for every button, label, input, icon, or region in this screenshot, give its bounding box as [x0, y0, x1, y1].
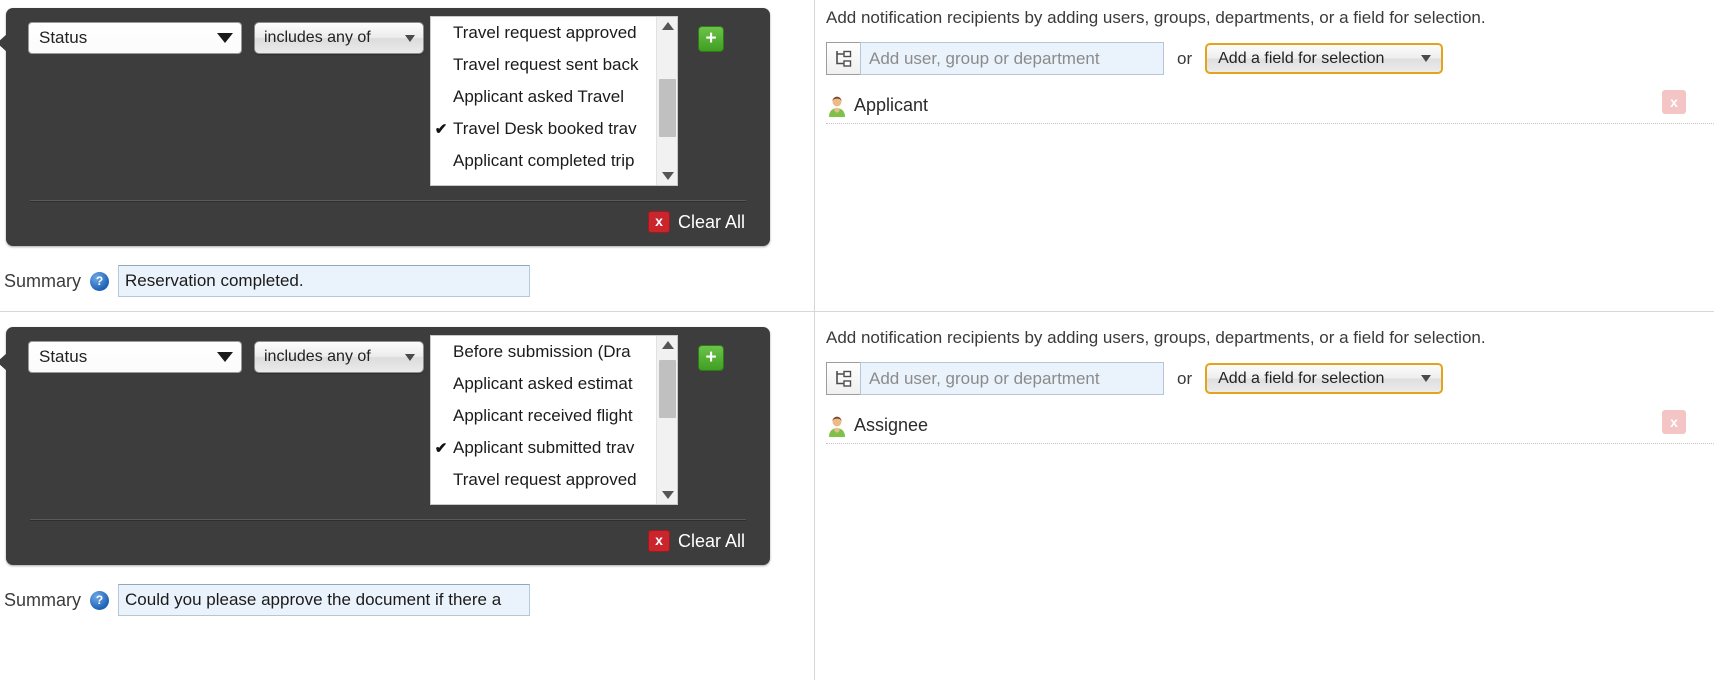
- help-icon[interactable]: ?: [90, 271, 110, 291]
- condition-panel: Status includes any of Travel request ap…: [0, 8, 770, 246]
- notification-rule-section-1: Status includes any of Travel request ap…: [0, 0, 1714, 312]
- summary-input[interactable]: [118, 584, 531, 616]
- scroll-down-arrow-icon[interactable]: [657, 486, 677, 504]
- list-item[interactable]: Travel request sent back: [431, 49, 658, 81]
- list-item[interactable]: Applicant received flight: [431, 400, 658, 432]
- recipient-name: Applicant: [854, 95, 929, 115]
- panel-separator: [30, 519, 746, 521]
- add-recipient-input[interactable]: [860, 42, 1164, 75]
- condition-panel: Status includes any of Before submission…: [0, 327, 770, 565]
- list-item[interactable]: Before submission (Dra: [431, 336, 658, 368]
- clear-all-button[interactable]: x Clear All: [648, 211, 745, 233]
- summary-label: Summary: [4, 589, 82, 610]
- scroll-up-arrow-icon[interactable]: [657, 336, 677, 354]
- recipients-panel: Add notification recipients by adding us…: [826, 0, 1714, 311]
- person-avatar-icon: [826, 95, 848, 117]
- clear-all-label: Clear All: [678, 530, 746, 551]
- condition-field-select[interactable]: Status: [28, 341, 242, 373]
- add-field-for-selection-select[interactable]: Add a field for selection: [1205, 43, 1444, 74]
- condition-value-multiselect[interactable]: Travel request approved Travel request s…: [430, 16, 678, 186]
- scroll-down-arrow-icon[interactable]: [657, 167, 677, 185]
- recipient-item: Applicant: [826, 88, 1714, 124]
- clear-all-button[interactable]: x Clear All: [648, 530, 745, 552]
- check-icon: ✔: [434, 440, 448, 457]
- panel-pointer-icon: [0, 353, 7, 371]
- add-recipient-row: or Add a field for selection: [826, 362, 1444, 395]
- panel-pointer-icon: [0, 34, 7, 52]
- recipients-description: Add notification recipients by adding us…: [826, 8, 1486, 27]
- recipient-name: Assignee: [854, 415, 929, 435]
- add-recipient-input[interactable]: [860, 362, 1164, 395]
- add-field-for-selection-select[interactable]: Add a field for selection: [1205, 363, 1444, 394]
- or-label: or: [1177, 368, 1193, 388]
- chevron-down-icon: [1421, 375, 1432, 382]
- chevron-down-icon: [405, 34, 415, 42]
- list-item[interactable]: ✔ Applicant submitted trav: [431, 432, 658, 464]
- list-item[interactable]: Travel request approved: [431, 464, 658, 496]
- condition-operator-select[interactable]: includes any of: [254, 22, 424, 54]
- org-tree-icon[interactable]: [826, 42, 860, 75]
- org-tree-icon[interactable]: [826, 362, 860, 395]
- list-item[interactable]: Applicant completed trip: [431, 145, 658, 177]
- close-icon: x: [648, 211, 670, 233]
- close-icon: x: [648, 530, 670, 552]
- chevron-down-icon: [217, 33, 233, 43]
- list-item[interactable]: ✔ Travel Desk booked trav: [431, 113, 658, 145]
- chevron-down-icon: [1421, 55, 1432, 62]
- notification-rule-section-2: Status includes any of Before submission…: [0, 312, 1714, 680]
- summary-row: Summary ?: [4, 584, 531, 616]
- scrollbar-thumb[interactable]: [659, 79, 676, 137]
- remove-recipient-button[interactable]: x: [1662, 410, 1686, 434]
- recipients-description: Add notification recipients by adding us…: [826, 328, 1486, 347]
- summary-input[interactable]: [118, 265, 531, 297]
- check-icon: ✔: [434, 121, 448, 138]
- add-condition-button[interactable]: +: [698, 345, 724, 371]
- multiselect-scrollbar[interactable]: [656, 17, 677, 185]
- add-recipient-row: or Add a field for selection: [826, 42, 1444, 75]
- panel-separator: [30, 200, 746, 202]
- multiselect-scrollbar[interactable]: [656, 336, 677, 504]
- scrollbar-thumb[interactable]: [659, 360, 676, 418]
- list-item[interactable]: Applicant asked estimat: [431, 368, 658, 400]
- person-avatar-icon: [826, 415, 848, 437]
- recipient-item: Assignee: [826, 408, 1714, 444]
- recipients-panel: Add notification recipients by adding us…: [826, 312, 1714, 680]
- or-label: or: [1177, 48, 1193, 68]
- clear-all-label: Clear All: [678, 211, 746, 232]
- summary-label: Summary: [4, 270, 82, 291]
- help-icon[interactable]: ?: [90, 590, 110, 610]
- summary-row: Summary ?: [4, 265, 531, 297]
- list-item[interactable]: Travel request approved: [431, 17, 658, 49]
- notification-rules-screen: Status includes any of Travel request ap…: [0, 0, 1714, 680]
- list-item[interactable]: Applicant asked Travel: [431, 81, 658, 113]
- condition-operator-select[interactable]: includes any of: [254, 341, 424, 373]
- chevron-down-icon: [405, 353, 415, 361]
- condition-value-multiselect[interactable]: Before submission (Dra Applicant asked e…: [430, 335, 678, 505]
- remove-recipient-button[interactable]: x: [1662, 90, 1686, 114]
- condition-field-select[interactable]: Status: [28, 22, 242, 54]
- scroll-up-arrow-icon[interactable]: [657, 17, 677, 35]
- add-condition-button[interactable]: +: [698, 26, 724, 52]
- chevron-down-icon: [217, 352, 233, 362]
